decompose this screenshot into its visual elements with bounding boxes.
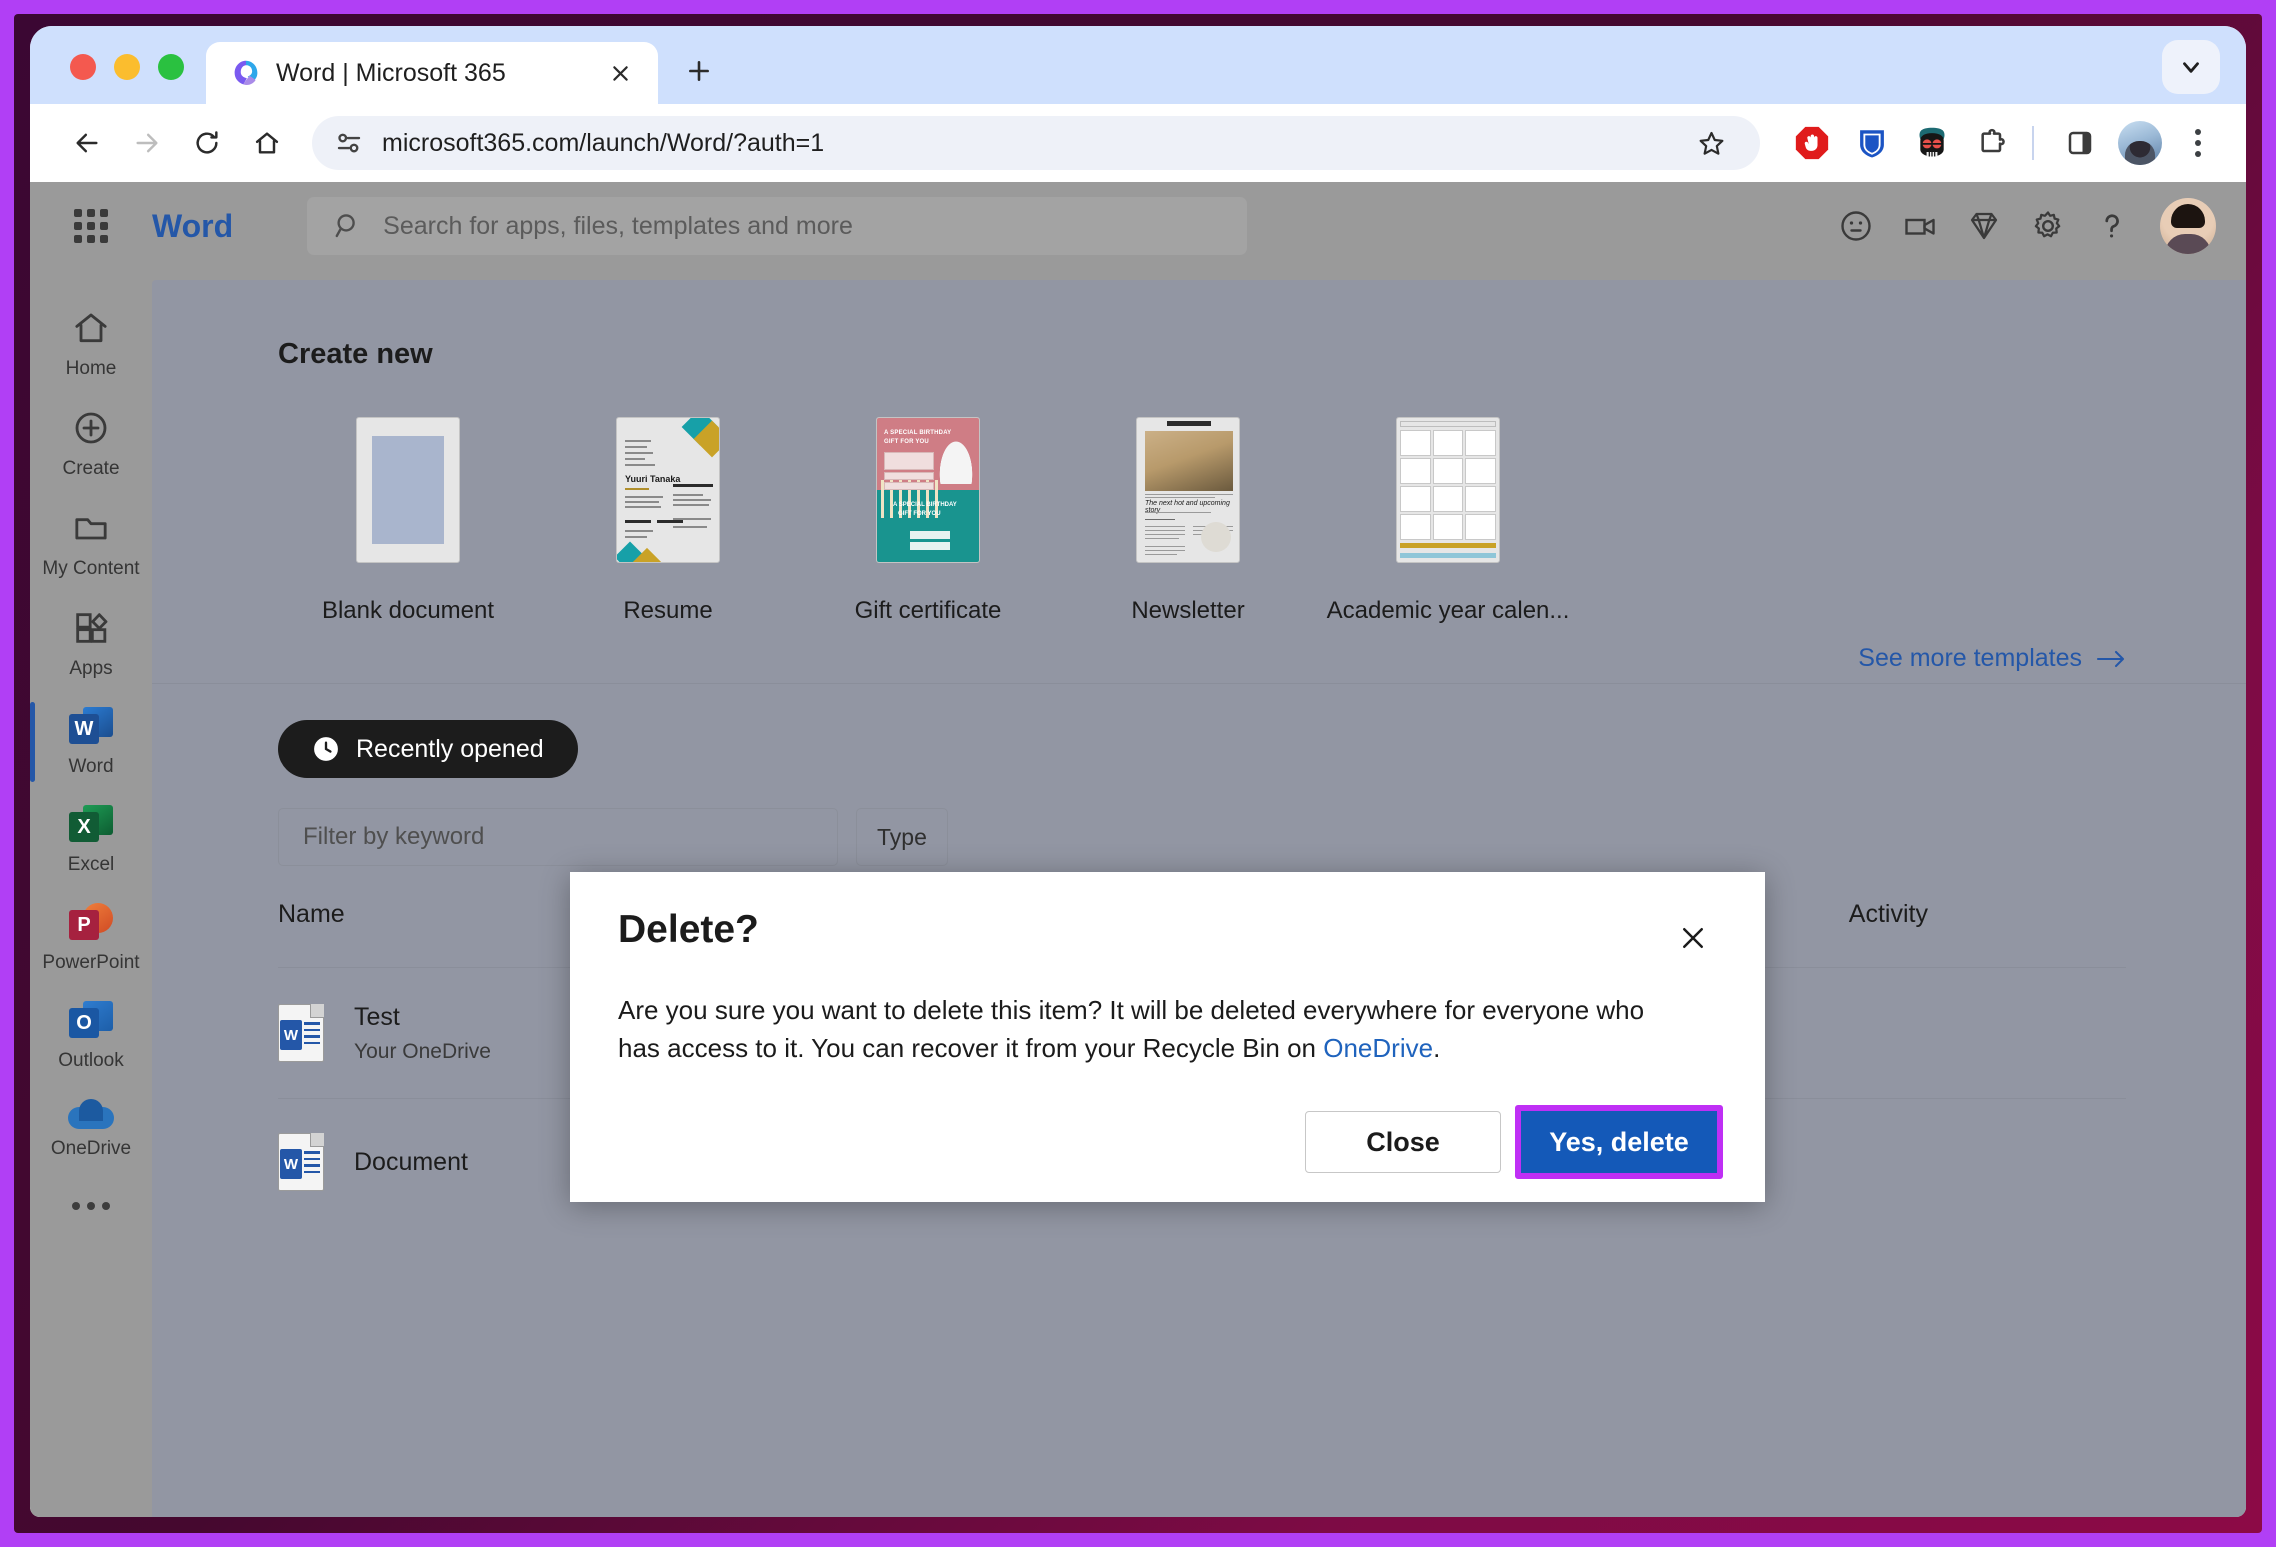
chevron-down-icon bbox=[2183, 62, 2199, 73]
back-button[interactable] bbox=[60, 116, 114, 170]
browser-window: Word | Microsoft 365 microsoft365.com/la… bbox=[30, 26, 2246, 1517]
star-icon bbox=[1699, 131, 1723, 155]
browser-tab-strip: Word | Microsoft 365 bbox=[30, 26, 2246, 104]
side-panel-icon[interactable] bbox=[2056, 119, 2104, 167]
delete-confirmation-dialog: Delete? Are you sure you want to delete … bbox=[570, 872, 1765, 1202]
kebab-dot bbox=[2195, 140, 2201, 146]
new-tab-button[interactable] bbox=[674, 46, 724, 96]
close-icon bbox=[612, 65, 628, 81]
window-controls bbox=[30, 54, 184, 104]
site-settings-icon[interactable] bbox=[334, 128, 364, 158]
arrow-right-icon bbox=[136, 133, 158, 153]
microsoft365-page: Word Search for apps, files, templates a… bbox=[30, 182, 2246, 1517]
close-window-button[interactable] bbox=[70, 54, 96, 80]
browser-toolbar: microsoft365.com/launch/Word/?auth=1 bbox=[30, 104, 2246, 182]
bookmark-button[interactable] bbox=[1684, 116, 1738, 170]
onedrive-link[interactable]: OneDrive bbox=[1323, 1033, 1433, 1063]
adblock-icon[interactable] bbox=[1788, 119, 1836, 167]
home-button[interactable] bbox=[240, 116, 294, 170]
microsoft-365-logo-icon bbox=[234, 60, 258, 86]
toolbar-divider bbox=[2032, 126, 2034, 160]
dialog-header: Delete? bbox=[618, 908, 1723, 964]
minimize-window-button[interactable] bbox=[114, 54, 140, 80]
shield-glyph bbox=[1860, 130, 1884, 158]
dialog-body-text-end: . bbox=[1433, 1032, 1441, 1063]
maximize-window-button[interactable] bbox=[158, 54, 184, 80]
close-tab-button[interactable] bbox=[602, 55, 638, 91]
forward-button[interactable] bbox=[120, 116, 174, 170]
close-button[interactable]: Close bbox=[1305, 1111, 1501, 1174]
close-icon bbox=[1683, 928, 1703, 948]
adblock-glyph bbox=[1795, 126, 1829, 160]
reload-button[interactable] bbox=[180, 116, 234, 170]
url-text: microsoft365.com/launch/Word/?auth=1 bbox=[382, 128, 825, 157]
skull-goggles-icon[interactable] bbox=[1908, 119, 1956, 167]
browser-profile-avatar[interactable] bbox=[2118, 121, 2162, 165]
modal-scrim bbox=[30, 182, 2246, 1517]
kebab-dot bbox=[2195, 129, 2201, 135]
password-shield-icon[interactable] bbox=[1848, 119, 1896, 167]
home-icon bbox=[255, 132, 279, 154]
address-bar[interactable]: microsoft365.com/launch/Word/?auth=1 bbox=[312, 116, 1760, 170]
yes-delete-button[interactable]: Yes, delete bbox=[1521, 1111, 1717, 1174]
dialog-body-text: Are you sure you want to delete this ite… bbox=[618, 995, 1645, 1063]
skull-glyph bbox=[1919, 127, 1945, 157]
arrow-left-icon bbox=[76, 133, 98, 153]
plus-icon bbox=[689, 61, 709, 81]
reload-icon bbox=[196, 131, 218, 154]
dialog-close-button[interactable] bbox=[1667, 912, 1719, 964]
kebab-dot bbox=[2195, 151, 2201, 157]
tab-title: Word | Microsoft 365 bbox=[276, 58, 506, 87]
puzzle-piece-icon[interactable] bbox=[1968, 119, 2016, 167]
browser-menu-button[interactable] bbox=[2174, 116, 2222, 170]
dialog-actions: Close Yes, delete bbox=[618, 1105, 1723, 1180]
dialog-title: Delete? bbox=[618, 908, 759, 951]
browser-tab[interactable]: Word | Microsoft 365 bbox=[206, 42, 658, 104]
side-panel-glyph bbox=[2068, 131, 2092, 155]
extensions-glyph bbox=[1981, 128, 2005, 153]
tab-search-button[interactable] bbox=[2162, 40, 2220, 94]
dialog-body: Are you sure you want to delete this ite… bbox=[618, 992, 1678, 1067]
primary-button-highlight: Yes, delete bbox=[1515, 1105, 1723, 1180]
